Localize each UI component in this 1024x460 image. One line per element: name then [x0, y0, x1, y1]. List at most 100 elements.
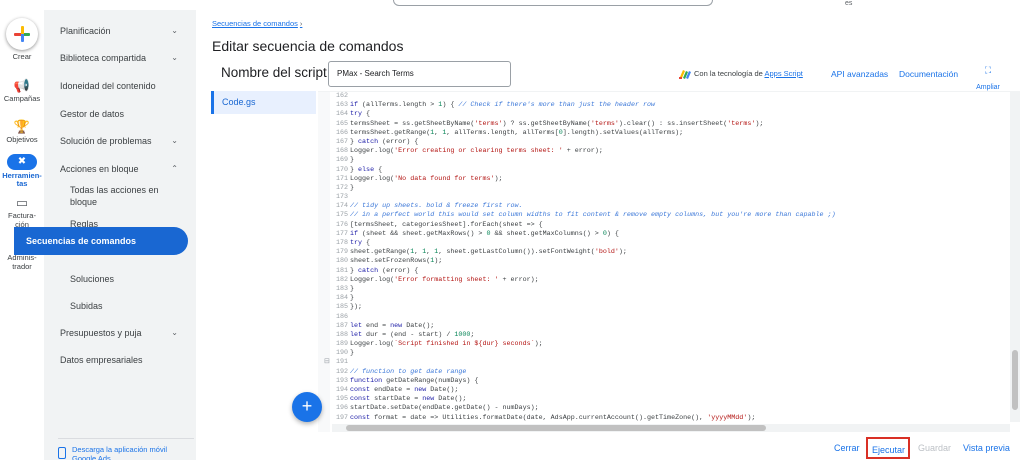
- line-number: 174: [335, 202, 348, 211]
- code-text: const startDate = new Date();: [350, 395, 467, 404]
- code-line[interactable]: 166 termsSheet.getRange(1, 1, allTerms.le…: [332, 129, 1002, 138]
- code-line[interactable]: 186: [332, 313, 1002, 322]
- code-line[interactable]: 170} else {: [332, 166, 1002, 175]
- code-line[interactable]: 179 sheet.getRange(1, 1, 1, sheet.getLast…: [332, 248, 1002, 257]
- code-line[interactable]: 176 [termsSheet, categoriesSheet].forEach…: [332, 221, 1002, 230]
- expand-button[interactable]: ⛶ Ampliar: [975, 65, 1001, 94]
- code-line[interactable]: 169}: [332, 156, 1002, 165]
- code-line[interactable]: 195 const startDate = new Date();: [332, 395, 1002, 404]
- nav-item-troubleshooting[interactable]: Solución de problemas ⌄: [60, 136, 188, 146]
- save-button[interactable]: Guardar: [914, 437, 955, 459]
- code-line[interactable]: 188 let dur = (end - start) / 1000;: [332, 331, 1002, 340]
- line-number: 187: [335, 321, 348, 330]
- rail-goals[interactable]: 🏆 Objetivos: [0, 119, 44, 145]
- nav-item-budgets-bidding[interactable]: Presupuestos y puja ⌄: [60, 328, 188, 338]
- nav-sub-solutions[interactable]: Soluciones: [70, 274, 188, 284]
- nav-item-shared-library[interactable]: Biblioteca compartida ⌄: [60, 53, 188, 63]
- code-line[interactable]: 190}: [332, 349, 1002, 358]
- script-name-label: Nombre del script:: [221, 65, 331, 80]
- preview-button[interactable]: Vista previa: [959, 437, 1014, 459]
- code-text: if (allTerms.length > 1) { // Check if t…: [350, 101, 656, 110]
- breadcrumb-link[interactable]: Secuencias de comandos: [212, 19, 298, 28]
- nav-item-data-manager[interactable]: Gestor de datos: [60, 109, 188, 119]
- code-line[interactable]: 165 termsSheet = ss.getSheetByName('terms…: [332, 120, 1002, 129]
- mobile-app-promo[interactable]: Descarga la aplicación móvil Google Ads: [58, 438, 194, 460]
- code-line[interactable]: 184}: [332, 294, 1002, 303]
- line-number: 189: [335, 340, 348, 349]
- code-line[interactable]: 189 Logger.log(`Script finished in ${dur}…: [332, 340, 1002, 349]
- rail-billing[interactable]: ▭ Factura- ción: [0, 195, 44, 229]
- code-line[interactable]: 178 try {: [332, 239, 1002, 248]
- horizontal-scrollbar[interactable]: [332, 424, 1010, 432]
- code-line[interactable]: 192// function to get date range: [332, 368, 1002, 377]
- code-line[interactable]: 168 Logger.log('Error creating or clearin…: [332, 147, 1002, 156]
- code-area[interactable]: 162 163 if (allTerms.length > 1) { // Chec…: [332, 92, 1002, 422]
- code-line[interactable]: 197 const format = date => Utilities.form…: [332, 414, 1002, 422]
- line-number: 173: [335, 193, 348, 202]
- code-line[interactable]: 163 if (allTerms.length > 1) { // Check i…: [332, 101, 1002, 110]
- nav-item-bulk-actions[interactable]: Acciones en bloque ⌃: [60, 164, 188, 174]
- fold-marker-icon[interactable]: ⊟: [324, 357, 330, 365]
- nav-sub-label: Todas las acciones en bloque: [70, 185, 159, 207]
- code-text: const format = date => Utilities.formatD…: [350, 413, 756, 422]
- code-line[interactable]: 172}: [332, 184, 1002, 193]
- mobile-app-link[interactable]: Descarga la aplicación móvil Google Ads: [72, 445, 192, 460]
- code-line[interactable]: 164 try {: [332, 110, 1002, 119]
- code-line[interactable]: 175// in a perfect world this would set …: [332, 211, 1002, 220]
- vertical-scrollbar[interactable]: [1010, 92, 1020, 422]
- code-line[interactable]: 183}: [332, 285, 1002, 294]
- nav-item-business-data[interactable]: Datos empresariales: [60, 355, 188, 365]
- page-title: Editar secuencia de comandos: [212, 38, 404, 54]
- nav-sub-all-bulk-actions[interactable]: Todas las acciones en bloque: [70, 185, 188, 208]
- code-editor[interactable]: ⊟ 162 163 if (allTerms.length > 1) { // Ch…: [318, 91, 1020, 432]
- create-plus-icon[interactable]: [6, 18, 38, 50]
- code-line[interactable]: 182 Logger.log('Error formatting sheet: '…: [332, 276, 1002, 285]
- line-number: 186: [335, 312, 348, 321]
- script-name-input[interactable]: PMax - Search Terms: [328, 61, 511, 87]
- line-number: 164: [335, 110, 348, 119]
- code-text: Logger.log(`Script finished in ${dur} se…: [350, 340, 543, 349]
- run-button[interactable]: Ejecutar: [866, 437, 910, 459]
- code-text: }: [350, 349, 355, 358]
- code-line[interactable]: 167} catch (error) {: [332, 138, 1002, 147]
- rail-create-label: Crear: [12, 52, 32, 61]
- line-number: 167: [335, 137, 348, 146]
- top-search-box[interactable]: [393, 0, 713, 6]
- line-number: 195: [335, 395, 348, 404]
- rail-campaigns[interactable]: 📢 Campañas: [0, 78, 44, 104]
- code-line[interactable]: 194 const endDate = new Date();: [332, 386, 1002, 395]
- close-button[interactable]: Cerrar: [830, 437, 864, 459]
- nav-item-planning[interactable]: Planificación ⌄: [60, 26, 188, 36]
- code-line[interactable]: 196 startDate.setDate(endDate.getDate() -…: [332, 404, 1002, 413]
- rail-tools[interactable]: ✖ Herramien- tas: [0, 154, 44, 189]
- code-line[interactable]: 187 let end = new Date();: [332, 322, 1002, 331]
- code-line[interactable]: 171 Logger.log('No data found for terms')…: [332, 175, 1002, 184]
- code-line[interactable]: 162: [332, 92, 1002, 101]
- megaphone-icon: 📢: [13, 78, 31, 93]
- code-line[interactable]: 174// tidy up sheets. bold & freeze firs…: [332, 202, 1002, 211]
- nav-item-content-suitability[interactable]: Idoneidad del contenido: [60, 81, 188, 91]
- code-line[interactable]: 181} catch (error) {: [332, 267, 1002, 276]
- code-line[interactable]: 180 sheet.setFrozenRows(1);: [332, 257, 1002, 266]
- code-line[interactable]: 173: [332, 193, 1002, 202]
- rail-create[interactable]: Crear: [0, 18, 44, 61]
- code-text: // in a perfect world this would set col…: [350, 211, 836, 220]
- code-text: try {: [350, 239, 371, 247]
- vertical-scrollbar-thumb[interactable]: [1012, 350, 1018, 410]
- code-line[interactable]: 185});: [332, 303, 1002, 312]
- file-tab-code-gs[interactable]: Code.gs: [211, 91, 316, 114]
- nav-item-label: Datos empresariales: [60, 355, 143, 365]
- code-line[interactable]: 177 if (sheet && sheet.getMaxRows() > 0 &…: [332, 230, 1002, 239]
- apps-script-link[interactable]: Apps Script: [764, 69, 802, 78]
- code-line[interactable]: 191: [332, 358, 1002, 367]
- add-fab-button[interactable]: +: [292, 392, 322, 422]
- code-line[interactable]: 193 function getDateRange(numDays) {: [332, 377, 1002, 386]
- documentation-link[interactable]: Documentación: [899, 69, 958, 79]
- horizontal-scrollbar-thumb[interactable]: [346, 425, 766, 431]
- powered-by: Con la tecnología de Apps Script: [694, 69, 803, 78]
- breadcrumb[interactable]: Secuencias de comandos ›: [212, 19, 302, 28]
- advanced-apis-link[interactable]: API avanzadas: [831, 69, 888, 79]
- nav-sub-uploads[interactable]: Subidas: [70, 301, 188, 311]
- chevron-down-icon: ⌄: [171, 328, 178, 337]
- code-text: startDate.setDate(endDate.getDate() - nu…: [350, 404, 539, 413]
